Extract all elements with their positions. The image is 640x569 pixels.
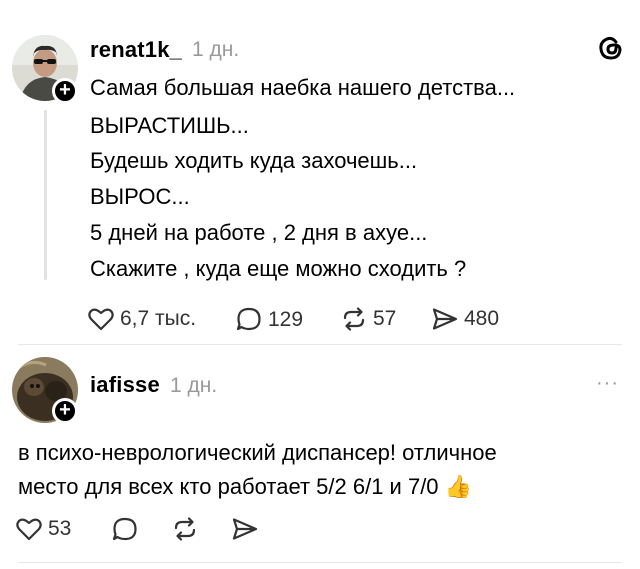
repost-count: 57 — [373, 307, 397, 330]
heart-icon — [88, 308, 114, 331]
send-icon — [232, 518, 258, 540]
post-text-line: Скажите , куда еще можно сходить ? — [90, 256, 467, 281]
timestamp: 1 дн. — [192, 38, 240, 61]
timestamp: 1 дн. — [170, 374, 218, 397]
comment-icon — [112, 517, 137, 541]
heart-icon — [16, 518, 42, 541]
comment-button[interactable] — [112, 517, 138, 547]
send-icon — [432, 308, 458, 330]
comment-icon — [236, 307, 261, 331]
like-count: 6,7 тыс. — [120, 307, 197, 330]
more-options-icon[interactable]: ··· — [596, 372, 619, 395]
divider — [18, 344, 622, 345]
username[interactable]: renat1k_ — [90, 37, 182, 63]
post-text-line: Будешь ходить куда захочешь... — [90, 148, 418, 173]
reply-text: место для всех кто работает 5/2 6/1 и 7/… — [18, 474, 439, 499]
share-button[interactable] — [232, 517, 258, 546]
post-text-line: ВЫРАСТИШЬ... — [90, 113, 249, 138]
repost-icon — [343, 307, 365, 331]
share-count: 480 — [464, 307, 500, 330]
like-count: 53 — [48, 517, 72, 540]
share-button[interactable]: 480 — [432, 307, 499, 331]
divider — [18, 562, 622, 563]
comment-count: 129 — [268, 307, 304, 331]
follow-plus-button[interactable]: + — [52, 398, 78, 424]
post-text-line: ВЫРОС... — [90, 184, 190, 209]
thread-line — [44, 110, 47, 280]
like-button[interactable]: 6,7 тыс. — [88, 307, 196, 331]
reply-text-line: в психо-неврологический диспансер! отлич… — [18, 440, 497, 465]
repost-button[interactable] — [172, 517, 198, 546]
thumbs-up-emoji: 👍 — [444, 475, 473, 500]
repost-button[interactable]: 57 — [341, 307, 396, 331]
follow-plus-button[interactable]: + — [52, 78, 78, 104]
threads-logo-icon[interactable] — [597, 34, 625, 67]
comment-button[interactable]: 129 — [236, 307, 303, 332]
post-text-line: Самая большая наебка нашего детства... — [90, 75, 516, 100]
username[interactable]: iafisse — [90, 372, 160, 398]
repost-icon — [174, 517, 196, 541]
reply-text-line: место для всех кто работает 5/2 6/1 и 7/… — [18, 474, 472, 500]
post-text-line: 5 дней на работе , 2 дня в ахуе... — [90, 220, 428, 245]
like-button[interactable]: 53 — [16, 517, 71, 541]
